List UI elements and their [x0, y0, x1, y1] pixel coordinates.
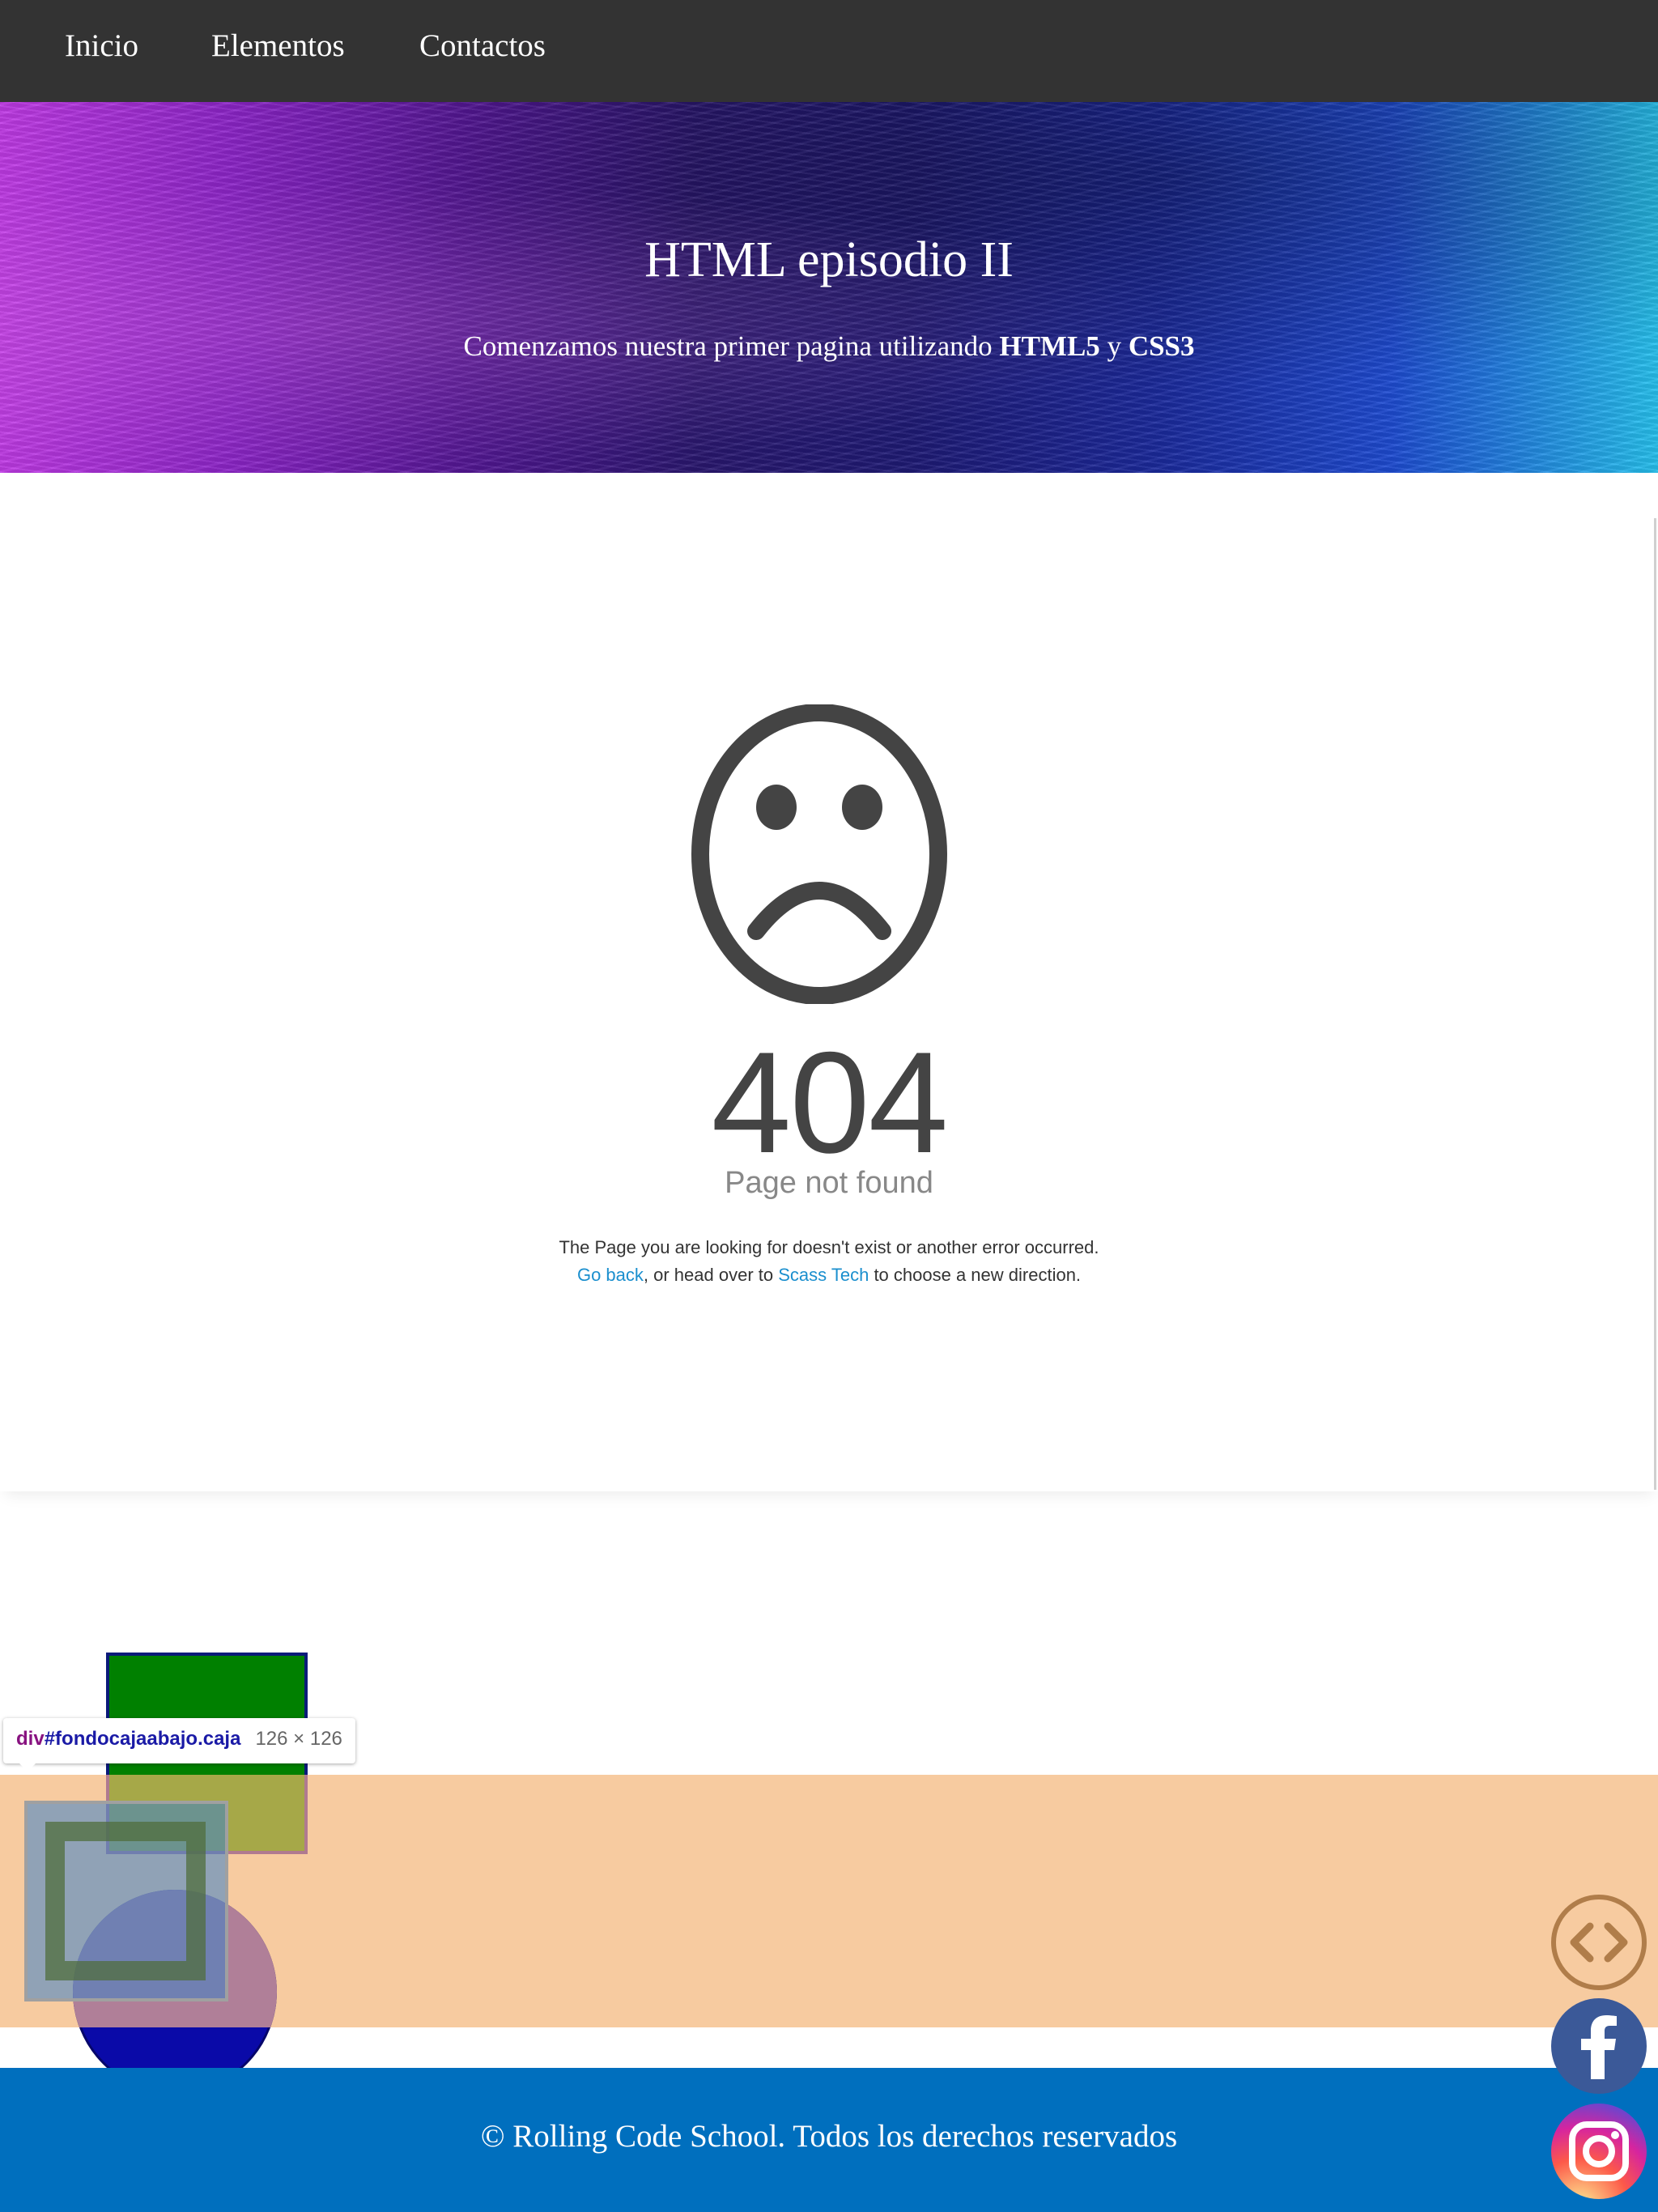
error-end-text: to choose a new direction. — [869, 1265, 1082, 1285]
footer-text: © Rolling Code School. Todos los derecho… — [480, 2119, 1178, 2154]
scass-tech-link[interactable]: Scass Tech — [778, 1265, 869, 1285]
nav-item-inicio[interactable]: Inicio — [65, 28, 138, 64]
scrollbar-edge[interactable] — [1654, 518, 1656, 1490]
tooltip-selector: #fondocajaabajo.caja — [44, 1728, 241, 1750]
facebook-icon[interactable] — [1551, 1998, 1647, 2094]
devtools-tooltip: div#fondocajaabajo.caja 126 × 126 — [3, 1718, 355, 1763]
tooltip-tag: div — [16, 1728, 45, 1750]
hero-subtitle-text: Comenzamos nuestra primer pagina utiliza… — [463, 330, 1000, 362]
code-glyph-icon — [1570, 1922, 1628, 1963]
nav-item-elementos[interactable]: Elementos — [211, 28, 345, 64]
go-back-link[interactable]: Go back — [577, 1265, 644, 1285]
code-icon[interactable] — [1551, 1895, 1647, 1990]
error-code: 404 — [711, 1022, 949, 1183]
top-nav: Inicio Elementos Contactos — [0, 0, 1658, 102]
error-links-line: Go back, or head over to Scass Tech to c… — [0, 1265, 1658, 1286]
footer: © Rolling Code School. Todos los derecho… — [0, 2068, 1658, 2212]
sad-face-icon — [691, 704, 947, 1004]
error-middle-text: , or head over to — [643, 1265, 779, 1285]
inspected-box-padding — [45, 1822, 206, 1980]
error-title: Page not found — [725, 1166, 933, 1200]
instagram-glyph-icon — [1569, 2121, 1629, 2181]
hero-banner: HTML episodio II Comenzamos nuestra prim… — [0, 102, 1658, 473]
tooltip-arrow — [18, 1762, 37, 1772]
hero-title: HTML episodio II — [644, 232, 1014, 287]
instagram-icon[interactable] — [1551, 2104, 1647, 2199]
hero-subtitle-html5: HTML5 — [999, 330, 1100, 362]
hero-subtitle-and: y — [1099, 330, 1129, 362]
nav-item-contactos[interactable]: Contactos — [419, 28, 546, 64]
hero-subtitle: Comenzamos nuestra primer pagina utiliza… — [0, 330, 1658, 363]
error-message: The Page you are looking for doesn't exi… — [559, 1237, 1099, 1257]
hero-subtitle-css3: CSS3 — [1128, 330, 1195, 362]
facebook-glyph-icon — [1581, 2015, 1617, 2079]
tooltip-size: 126 × 126 — [255, 1728, 342, 1750]
